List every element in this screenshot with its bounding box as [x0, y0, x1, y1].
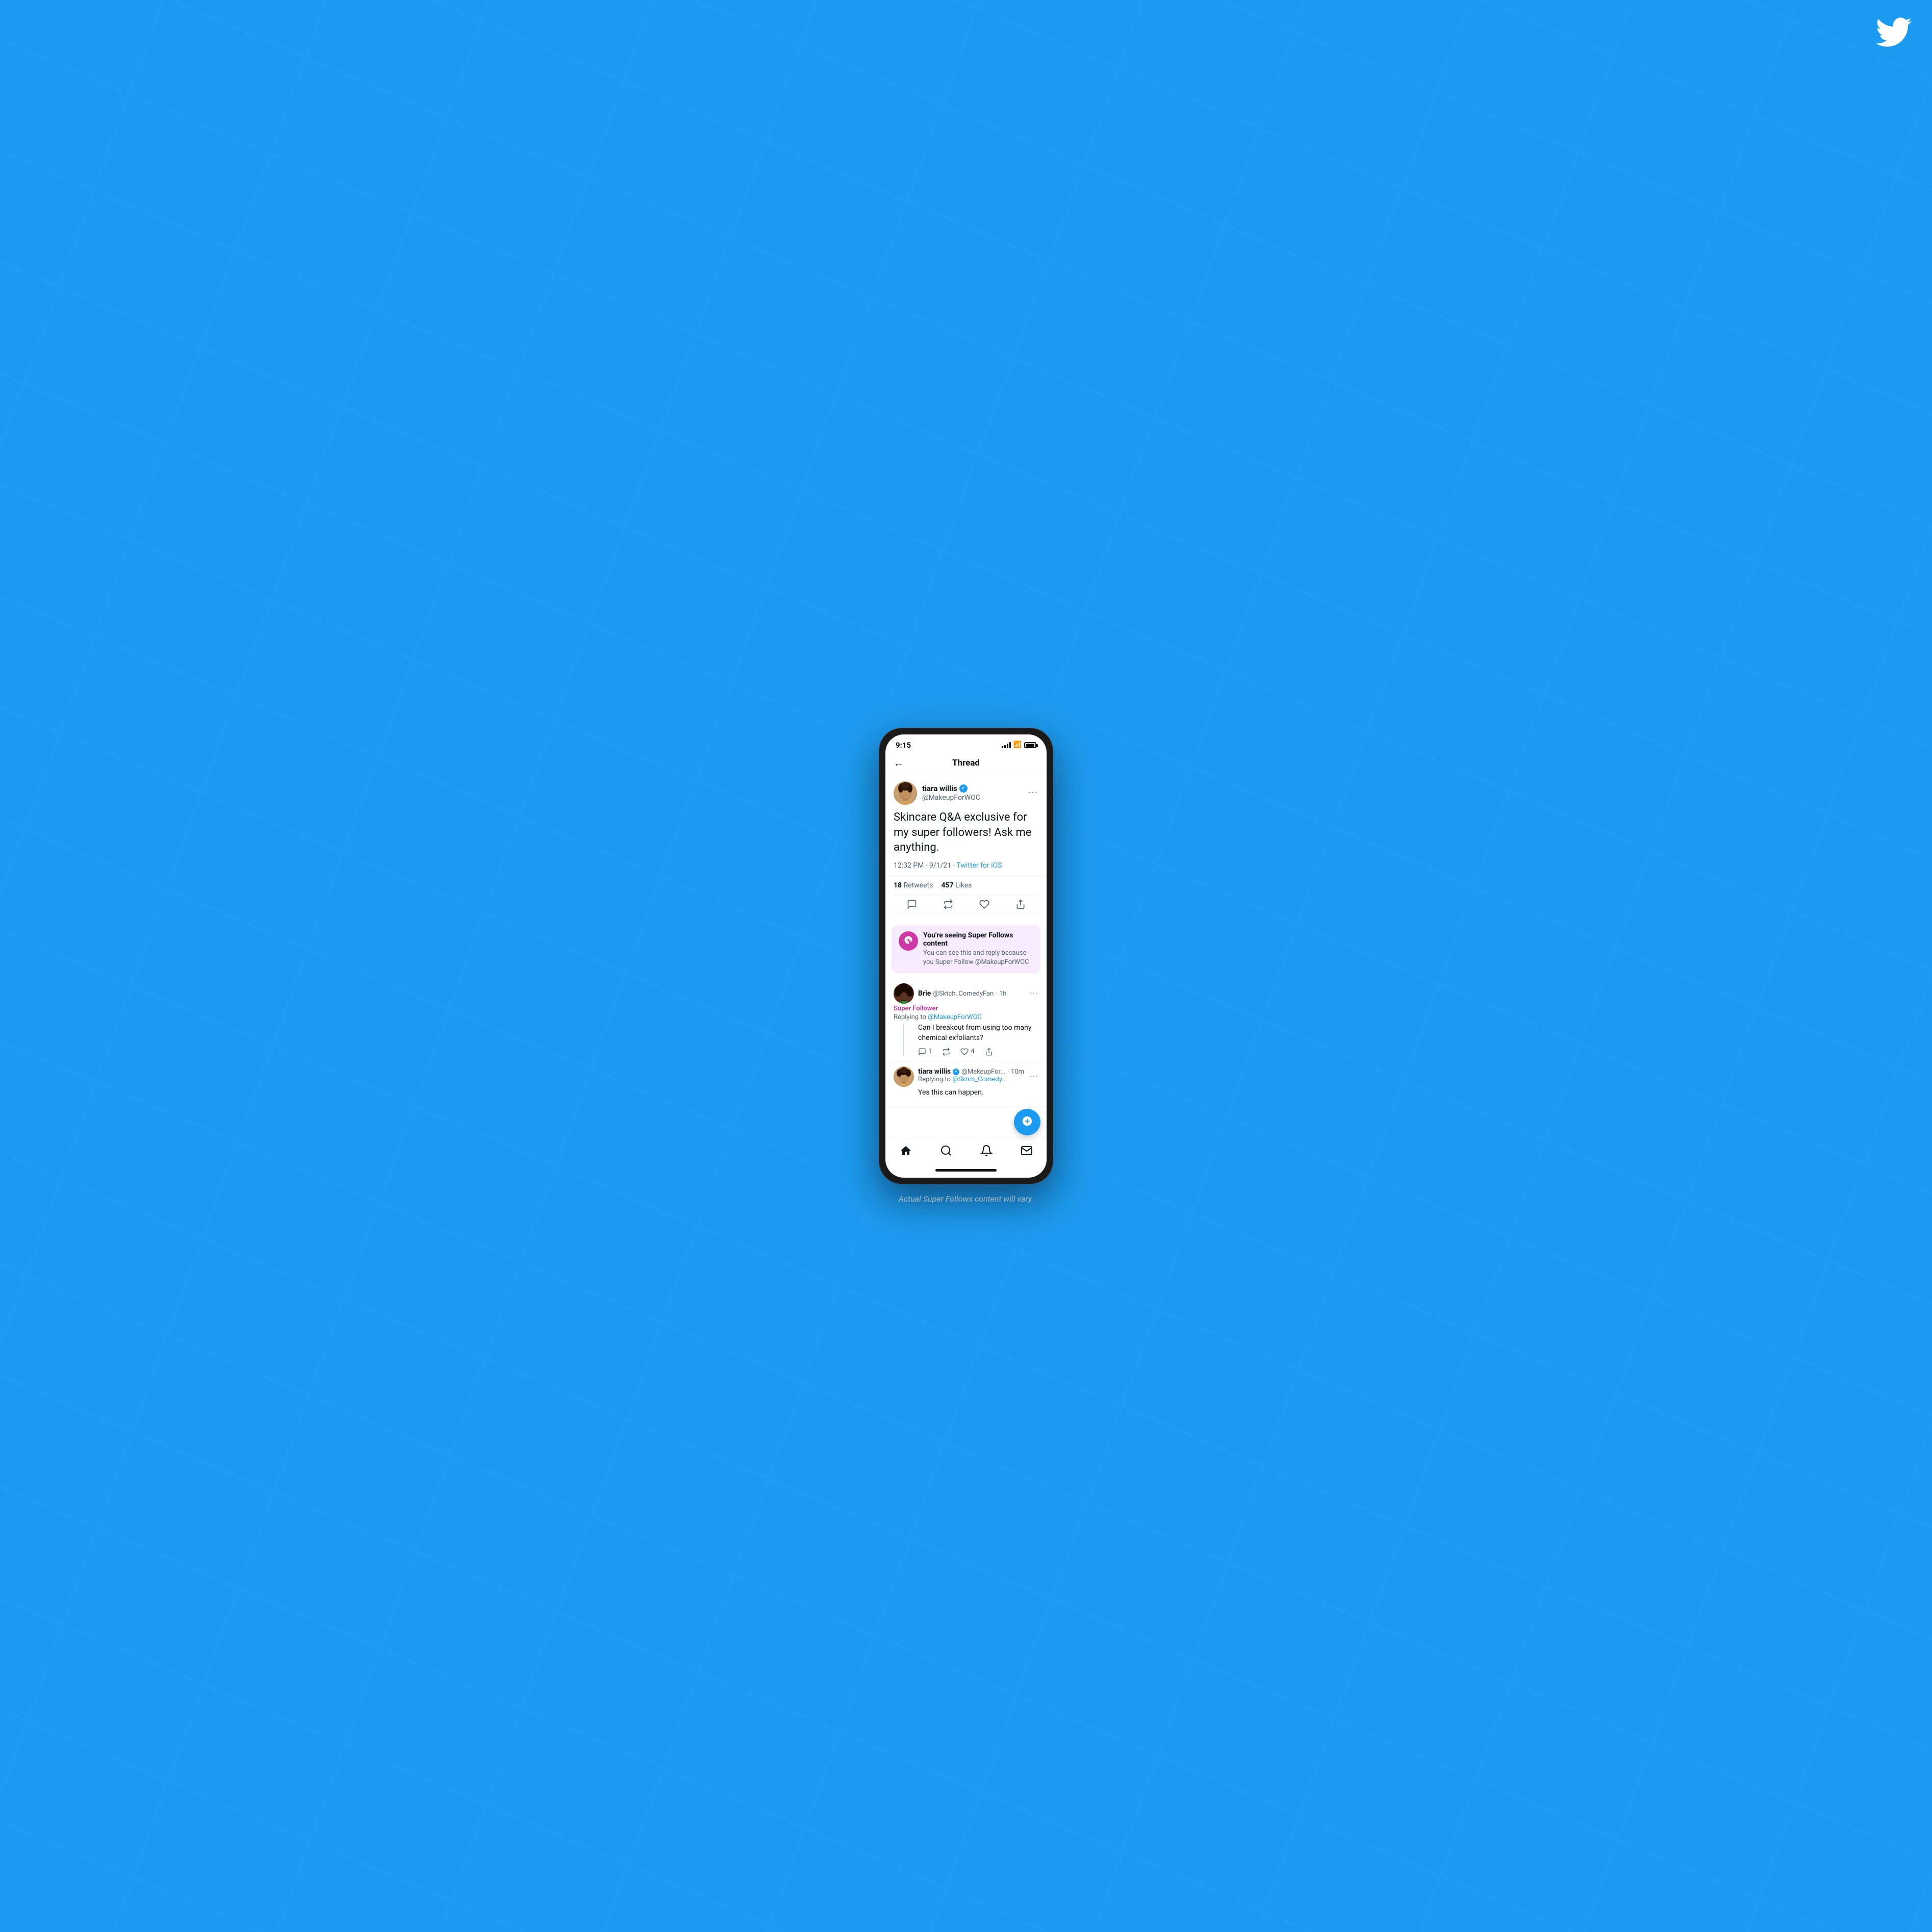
replies-section: Brie @Sktch_ComedyFan · 1h ··· Super Fol…: [885, 978, 1047, 1107]
replying-to-2: Replying to @Sktch_Comedy...: [918, 1076, 1030, 1083]
tweet-text: Skincare Q&A exclusive for my super foll…: [894, 810, 1038, 855]
reply-meta-brie: Brie @Sktch_ComedyFan · 1h: [918, 989, 1030, 998]
verified-badge-2: [953, 1069, 959, 1075]
author-handle: @MakeupForWOC: [922, 794, 1028, 802]
disclaimer-text: Actual Super Follows content will vary.: [899, 1194, 1033, 1204]
compose-tweet-fab[interactable]: [1014, 1109, 1040, 1135]
thread-line: [894, 1023, 914, 1055]
status-icons: 📶: [1002, 741, 1036, 749]
reply-avatar-tiara: [894, 1066, 914, 1087]
reply-time: · 1h: [996, 990, 1006, 998]
tweet-timestamp: 12:32 PM · 9/1/21: [894, 861, 951, 870]
reply-comment-action[interactable]: 1: [918, 1048, 932, 1056]
super-follows-banner: You're seeing Super Follows content You …: [892, 925, 1040, 973]
reply-like-action[interactable]: 4: [960, 1048, 974, 1056]
twitter-logo: [1876, 14, 1912, 52]
reply-author-name: Brie: [918, 989, 931, 998]
reply-author-handle-2: @MakeupFor...: [961, 1068, 1005, 1076]
home-bar: [935, 1169, 997, 1172]
super-follows-description: You can see this and reply because you S…: [923, 949, 1033, 967]
super-follows-icon: [899, 931, 918, 951]
reply-comment-count: 1: [928, 1048, 932, 1055]
avatar: [894, 781, 917, 805]
reply-like-count: 4: [971, 1048, 974, 1055]
reply-share-action[interactable]: [985, 1048, 993, 1056]
replying-to-handle-2[interactable]: @Sktch_Comedy...: [952, 1076, 1007, 1083]
reply-more-button-2[interactable]: ···: [1030, 1073, 1038, 1081]
author-info: tiara willis @MakeupForWOC: [922, 784, 1028, 802]
wifi-icon: 📶: [1013, 741, 1022, 749]
nav-notifications[interactable]: [980, 1145, 993, 1157]
like-action[interactable]: [979, 899, 989, 909]
reply-meta-tiara: tiara willis @MakeupFor... · 10m Replyin…: [918, 1067, 1030, 1085]
reply-body: Can I breakout from using too many chemi…: [894, 1023, 1038, 1055]
phone-screen: 9:15 📶 ← Thread: [885, 734, 1047, 1178]
like-count: 457 Likes: [941, 881, 972, 889]
compose-icon: [1022, 1115, 1033, 1129]
verified-badge: [959, 784, 968, 793]
nav-messages[interactable]: [1021, 1145, 1033, 1157]
signal-icon: [1002, 742, 1011, 748]
phone-frame: 9:15 📶 ← Thread: [879, 728, 1053, 1184]
reply-action[interactable]: [907, 899, 917, 909]
reply-content: Can I breakout from using too many chemi…: [918, 1023, 1038, 1055]
reply-actions-brie: 1: [918, 1048, 1038, 1056]
tweet-source[interactable]: Twitter for iOS: [956, 861, 1002, 870]
page-title: Thread: [952, 758, 980, 768]
tweet-meta: 12:32 PM · 9/1/21 · Twitter for iOS: [894, 861, 1038, 870]
reply-retweet-action[interactable]: [942, 1048, 950, 1056]
super-follows-title: You're seeing Super Follows content: [923, 931, 1033, 948]
reply-header: Brie @Sktch_ComedyFan · 1h ···: [894, 983, 1038, 1004]
tweet-author-row: tiara willis @MakeupForWOC ···: [894, 781, 1038, 805]
tweet-actions: [894, 895, 1038, 914]
reply-author-name-2: tiara willis: [918, 1067, 951, 1076]
reply-text-tiara: Yes this can happen.: [894, 1088, 1038, 1098]
reply-header-2: tiara willis @MakeupFor... · 10m Replyin…: [894, 1066, 1038, 1087]
replying-to: Replying to @MakeupForWOC: [894, 1013, 1038, 1021]
reply-tweet-2: tiara willis @MakeupFor... · 10m Replyin…: [885, 1061, 1047, 1108]
status-bar: 9:15 📶: [885, 734, 1047, 753]
super-follows-text: You're seeing Super Follows content You …: [923, 931, 1033, 967]
back-button[interactable]: ←: [894, 757, 904, 770]
share-action[interactable]: [1015, 899, 1026, 909]
reply-tweet: Brie @Sktch_ComedyFan · 1h ··· Super Fol…: [885, 978, 1047, 1061]
status-time: 9:15: [896, 741, 911, 750]
tweet-stats: 18 Retweets 457 Likes: [894, 876, 1038, 895]
bottom-nav: [885, 1138, 1047, 1165]
retweet-count: 18 Retweets: [894, 881, 933, 889]
retweet-action[interactable]: [943, 899, 953, 909]
reply-more-button[interactable]: ···: [1030, 989, 1038, 998]
more-options-button[interactable]: ···: [1028, 787, 1038, 798]
battery-icon: [1024, 742, 1036, 748]
nav-home[interactable]: [900, 1145, 912, 1157]
replying-to-handle[interactable]: @MakeupForWOC: [928, 1013, 982, 1021]
reply-time-2: · 10m: [1007, 1068, 1024, 1076]
nav-search[interactable]: [940, 1145, 952, 1157]
author-name: tiara willis: [922, 784, 957, 793]
super-follower-badge: Super Follower: [894, 1005, 1038, 1012]
reply-author-handle: @Sktch_ComedyFan: [933, 990, 994, 998]
reply-avatar-brie: [894, 983, 914, 1004]
main-tweet: tiara willis @MakeupForWOC ··· Skincare …: [885, 775, 1047, 920]
screen-header: ← Thread: [885, 753, 1047, 775]
reply-text-brie: Can I breakout from using too many chemi…: [918, 1023, 1038, 1043]
home-indicator: [885, 1165, 1047, 1178]
